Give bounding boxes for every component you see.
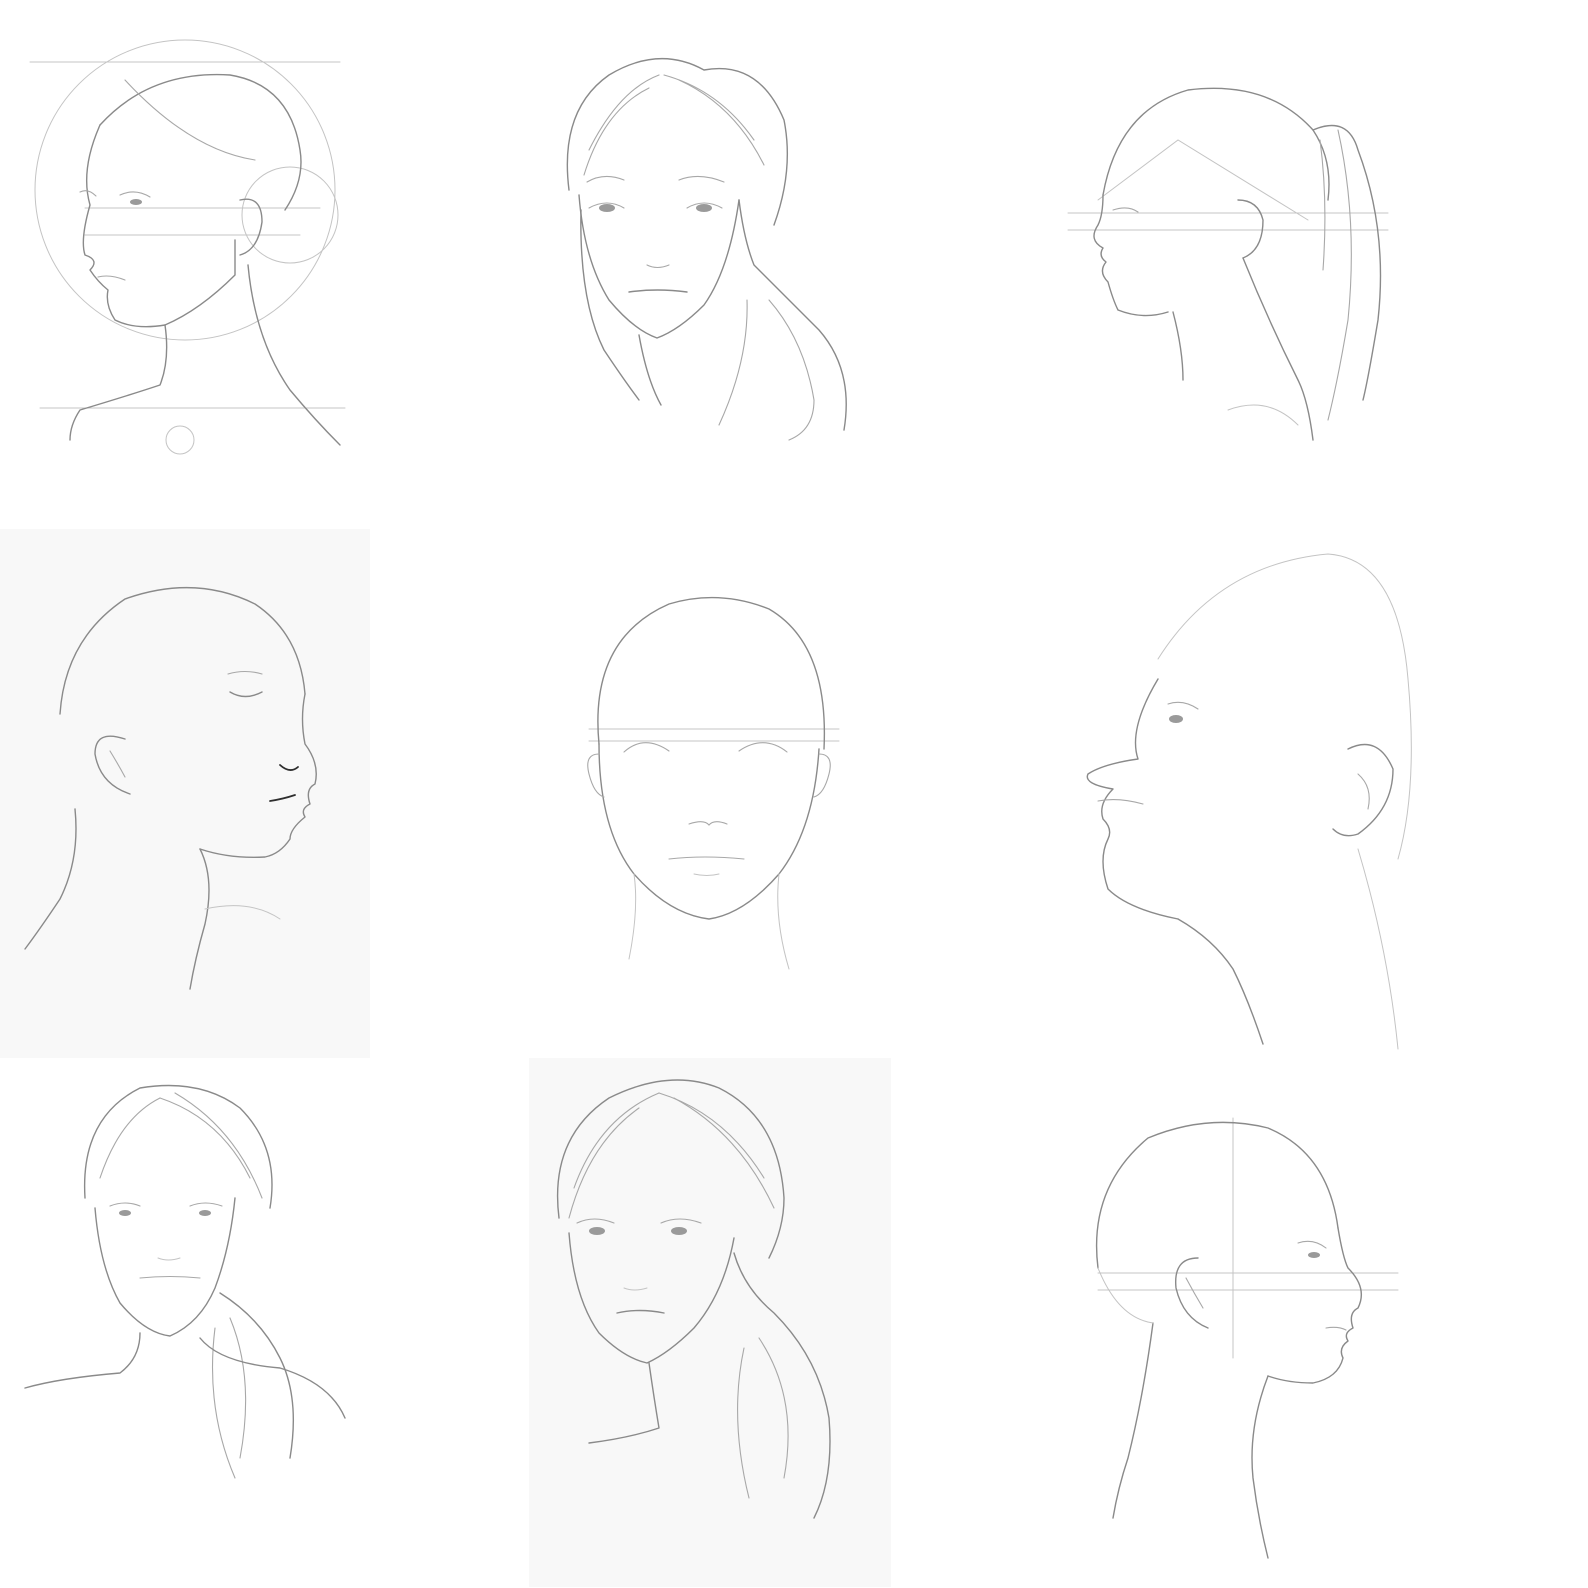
- sketch-three-quarter-left[interactable]: [0, 0, 529, 529]
- sketch-front-shoulders[interactable]: [0, 1058, 529, 1587]
- sketch-front-paper[interactable]: [529, 1058, 1058, 1587]
- sketch-front-ponytail[interactable]: [529, 0, 1058, 529]
- sketch-profile-ponytail[interactable]: [1058, 0, 1587, 529]
- sketch-profile-left[interactable]: [1058, 529, 1587, 1058]
- sketch-gallery: [0, 0, 1588, 1588]
- sketch-front-guides[interactable]: [529, 529, 1058, 1058]
- sketch-closed-eyes[interactable]: [0, 529, 529, 1058]
- sketch-profile-right[interactable]: [1058, 1058, 1587, 1587]
